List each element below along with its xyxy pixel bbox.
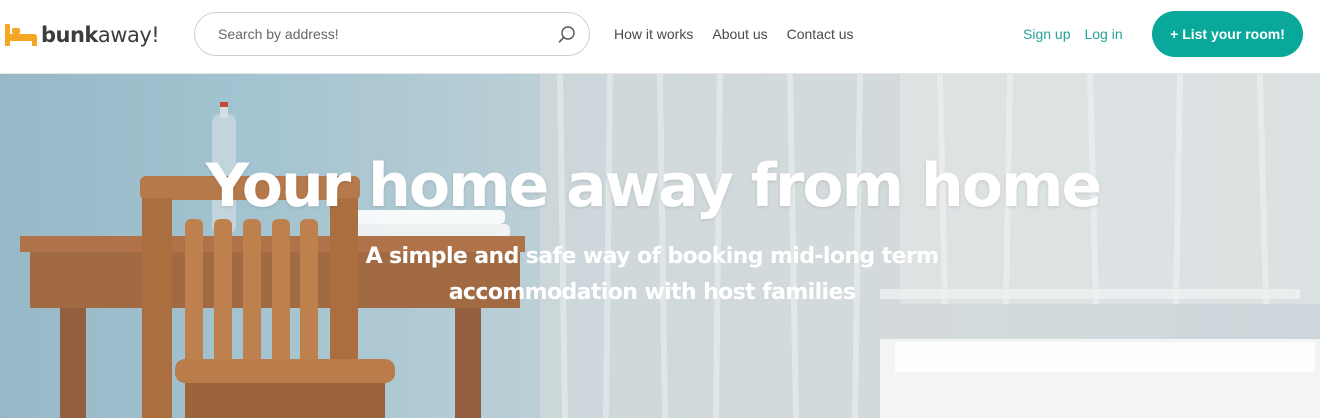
- brand-logo[interactable]: bunkaway!: [4, 18, 160, 52]
- list-your-room-button[interactable]: + List your room!: [1152, 11, 1303, 57]
- hero-subtitle-line-1: A simple and safe way of booking mid-lon…: [365, 244, 939, 269]
- login-link[interactable]: Log in: [1084, 25, 1122, 43]
- brand-name-bold: bunk: [41, 23, 98, 47]
- hero-banner: Your home away from home A simple and sa…: [0, 74, 1320, 418]
- brand-wordmark: bunkaway!: [41, 23, 160, 47]
- signup-link[interactable]: Sign up: [1023, 25, 1070, 43]
- nav-about-us[interactable]: About us: [712, 25, 767, 43]
- site-header: bunkaway! How it works About us Contact …: [0, 0, 1320, 74]
- brand-name-light: away!: [97, 23, 160, 47]
- search-bar: [194, 12, 590, 56]
- search-icon[interactable]: [557, 25, 577, 45]
- search-input[interactable]: [218, 14, 548, 54]
- nav-contact-us[interactable]: Contact us: [787, 25, 854, 43]
- hero-subtitle-line-2: accommodation with host families: [448, 280, 856, 305]
- hero-subtitle: A simple and safe way of booking mid-lon…: [0, 239, 1304, 311]
- bed-icon: [5, 24, 37, 46]
- auth-links: Sign up Log in: [1023, 25, 1137, 43]
- main-nav: How it works About us Contact us: [614, 25, 873, 43]
- nav-how-it-works[interactable]: How it works: [614, 25, 693, 43]
- hero-title: Your home away from home: [205, 151, 1102, 221]
